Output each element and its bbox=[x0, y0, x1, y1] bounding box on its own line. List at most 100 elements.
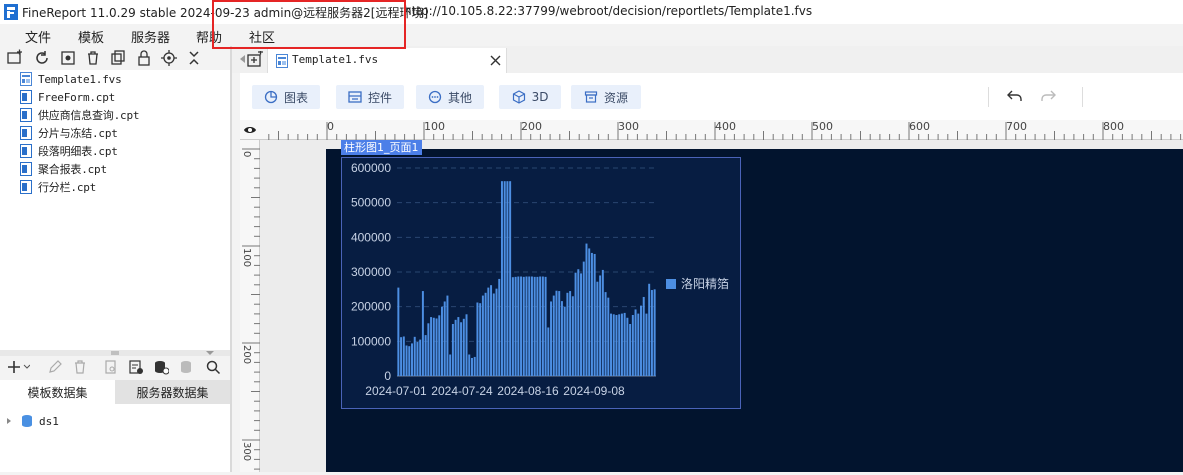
bar bbox=[541, 276, 544, 376]
lock-icon[interactable] bbox=[135, 49, 153, 67]
tab-template-dataset[interactable]: 模板数据集 bbox=[0, 380, 115, 404]
bar bbox=[623, 312, 626, 376]
bar bbox=[517, 276, 520, 376]
tab-label: Template1.fvs bbox=[292, 53, 379, 66]
menu-template[interactable]: 模板 bbox=[78, 27, 104, 46]
dashboard-file-icon bbox=[20, 72, 32, 86]
x-tick-label: 2024-07-01 bbox=[365, 384, 427, 398]
tab-template1[interactable]: Template1.fvs bbox=[267, 48, 507, 73]
widget-button[interactable]: 控件 bbox=[336, 85, 404, 109]
bar bbox=[408, 346, 411, 376]
bar bbox=[402, 336, 405, 376]
tab-server-dataset[interactable]: 服务器数据集 bbox=[115, 380, 230, 404]
database-disabled-icon[interactable] bbox=[179, 359, 195, 375]
chart-button[interactable]: 图表 bbox=[252, 85, 320, 109]
bar bbox=[451, 324, 454, 376]
dataset-item-ds1[interactable]: ds1 bbox=[6, 414, 59, 428]
collapse-icon[interactable] bbox=[185, 49, 203, 67]
delete-icon[interactable] bbox=[84, 49, 102, 67]
ruler-label: 600 bbox=[909, 120, 930, 133]
vertical-splitter[interactable] bbox=[230, 46, 232, 472]
tree-item-template1[interactable]: Template1.fvs bbox=[20, 70, 122, 88]
bar bbox=[552, 295, 555, 376]
3d-button[interactable]: 3D bbox=[499, 85, 561, 109]
bar bbox=[454, 319, 457, 376]
bar bbox=[610, 313, 612, 376]
file-toolbar bbox=[0, 46, 230, 70]
legend-label[interactable]: 洛阳精箔 bbox=[681, 276, 729, 291]
bar bbox=[563, 306, 566, 376]
bar bbox=[629, 324, 632, 376]
bar bbox=[631, 314, 634, 376]
bar bbox=[465, 314, 468, 376]
horizontal-ruler: 0 100 200 300 400 500 600 700 800 bbox=[260, 120, 1183, 140]
tree-item-freeform[interactable]: FreeForm.cpt bbox=[20, 88, 115, 106]
bar-chart-widget[interactable]: 0 100000 200000 300000 400000 500000 600000 202… bbox=[341, 157, 741, 409]
new-template-icon[interactable] bbox=[246, 51, 264, 69]
ruler-label: 0 bbox=[327, 120, 334, 133]
x-tick-label: 2024-09-08 bbox=[563, 384, 625, 398]
edit-icon[interactable] bbox=[47, 359, 63, 375]
ruler-corner[interactable] bbox=[240, 120, 260, 140]
add-dataset-icon[interactable] bbox=[6, 359, 30, 375]
cube-icon bbox=[512, 90, 525, 104]
bar bbox=[405, 345, 408, 376]
tree-item-label: 分片与冻结.cpt bbox=[38, 127, 118, 140]
resource-button[interactable]: 资源 bbox=[571, 85, 641, 109]
menu-file[interactable]: 文件 bbox=[25, 27, 51, 46]
new-folder-icon[interactable] bbox=[6, 49, 24, 67]
more-icon bbox=[428, 90, 442, 104]
ruler-label: 0 bbox=[241, 151, 252, 157]
bar bbox=[626, 317, 629, 376]
bar bbox=[637, 313, 640, 376]
vertical-ruler: 0 100 200 300 bbox=[240, 140, 260, 472]
bar bbox=[476, 302, 479, 376]
delete-icon[interactable] bbox=[72, 359, 88, 375]
undo-icon[interactable] bbox=[1007, 89, 1023, 103]
highlight-box bbox=[212, 0, 406, 49]
dataset-label: ds1 bbox=[39, 414, 59, 428]
tree-item-aggregate[interactable]: 聚合报表.cpt bbox=[20, 160, 107, 178]
bar bbox=[604, 292, 607, 376]
bar bbox=[571, 296, 574, 376]
tree-item-paragraph-detail[interactable]: 段落明细表.cpt bbox=[20, 142, 118, 160]
bar bbox=[612, 314, 615, 376]
close-icon[interactable] bbox=[490, 55, 501, 66]
bar bbox=[640, 305, 642, 376]
ruler-ticks: 0 100 200 300 bbox=[241, 148, 260, 470]
dataset-param-icon[interactable] bbox=[128, 359, 144, 375]
bar bbox=[618, 314, 621, 376]
redo-icon[interactable] bbox=[1040, 89, 1056, 103]
bar bbox=[470, 357, 473, 376]
report-file-icon bbox=[20, 180, 32, 194]
preview-icon[interactable] bbox=[103, 359, 119, 375]
bar bbox=[498, 278, 501, 376]
bar bbox=[441, 306, 443, 376]
bar bbox=[533, 276, 536, 376]
bar bbox=[484, 292, 487, 376]
title-bar: FineReport 11.0.29 stable 2024-09-23 adm… bbox=[0, 0, 1183, 47]
other-button[interactable]: 其他 bbox=[416, 85, 484, 109]
chart-button-label: 图表 bbox=[283, 90, 308, 105]
dataset-toolbar bbox=[0, 356, 230, 378]
bar bbox=[430, 317, 433, 376]
bar-chart: 0 100000 200000 300000 400000 500000 600000 202… bbox=[351, 161, 729, 398]
bar bbox=[645, 313, 648, 376]
settings-icon[interactable] bbox=[59, 49, 77, 67]
legend-swatch bbox=[666, 279, 676, 289]
tree-item-row-column[interactable]: 行分栏.cpt bbox=[20, 178, 96, 196]
bar bbox=[449, 354, 452, 376]
chart-widget-label[interactable]: 柱形图1_页面1 bbox=[341, 140, 422, 155]
database-icon[interactable] bbox=[153, 359, 169, 375]
search-icon[interactable] bbox=[205, 359, 221, 375]
refresh-icon[interactable] bbox=[33, 49, 51, 67]
chevron-right-icon[interactable] bbox=[6, 417, 12, 425]
copy-icon[interactable] bbox=[109, 49, 127, 67]
eye-icon[interactable] bbox=[243, 124, 257, 136]
resource-button-label: 资源 bbox=[603, 90, 628, 105]
tree-item-shard-freeze[interactable]: 分片与冻结.cpt bbox=[20, 124, 118, 142]
bar bbox=[520, 276, 523, 376]
menu-server[interactable]: 服务器 bbox=[131, 27, 170, 46]
tree-item-supplier[interactable]: 供应商信息查询.cpt bbox=[20, 106, 139, 124]
locate-icon[interactable] bbox=[160, 49, 178, 67]
